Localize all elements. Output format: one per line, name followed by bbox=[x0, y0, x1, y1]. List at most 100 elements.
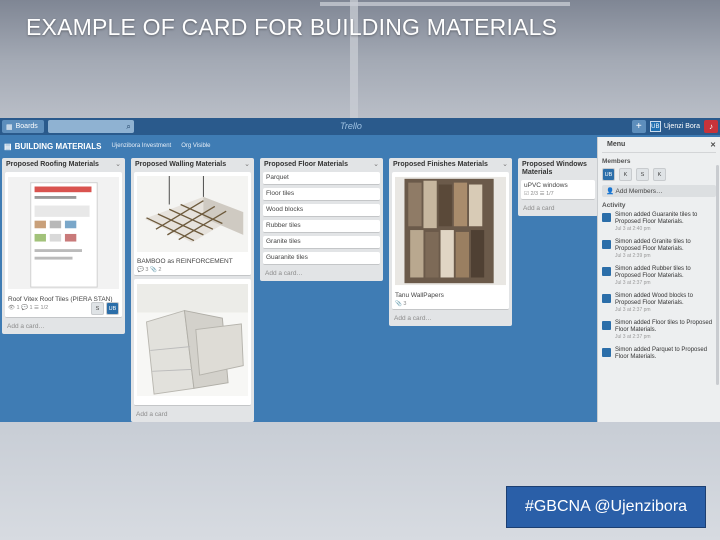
card-title: Wood blocks bbox=[266, 206, 304, 213]
list-header[interactable]: Proposed Floor Materials ⌄ bbox=[263, 160, 380, 172]
avatar[interactable] bbox=[602, 348, 611, 357]
add-button[interactable]: + bbox=[631, 120, 646, 133]
user-menu[interactable]: UB Ujenzi Bora bbox=[649, 121, 700, 132]
activity-text: Simon added Rubber tiles to Proposed Flo… bbox=[615, 266, 691, 279]
add-card-link[interactable]: Add a card bbox=[521, 203, 595, 212]
list-menu-icon[interactable]: ⌄ bbox=[502, 161, 508, 169]
avatar[interactable] bbox=[602, 213, 611, 222]
card[interactable]: Granite tiles bbox=[263, 236, 380, 249]
activity-item: Simon added Parquet to Proposed Floor Ma… bbox=[602, 347, 716, 361]
add-card-link[interactable]: Add a card… bbox=[392, 313, 509, 322]
list-windows: Proposed Windows Materials uPVC windows … bbox=[518, 158, 598, 216]
sidebar-scrollbar[interactable] bbox=[716, 165, 719, 385]
member-avatar[interactable]: UB bbox=[106, 302, 119, 315]
activity-item: Simon added Granite tiles to Proposed Fl… bbox=[602, 239, 716, 260]
list-title: Proposed Floor Materials bbox=[264, 161, 349, 168]
boards-icon: ▦ bbox=[6, 123, 13, 131]
card[interactable]: Floor tiles bbox=[263, 188, 380, 201]
avatar[interactable] bbox=[602, 240, 611, 249]
member-avatar[interactable]: S bbox=[91, 302, 104, 315]
avatar[interactable] bbox=[602, 321, 611, 330]
trello-window: ▦ Boards ⌕ Trello + UB Ujenzi Bora ♪ ▤ B… bbox=[0, 118, 720, 422]
activity-time[interactable]: Jul 3 at 2:39 pm bbox=[615, 253, 716, 260]
activity-item: Simon added Rubber tiles to Proposed Flo… bbox=[602, 266, 716, 287]
activity-label: Activity bbox=[602, 202, 626, 209]
card-title: BAMBOO as REINFORCEMENT bbox=[137, 258, 233, 265]
card-title: uPVC windows bbox=[524, 182, 568, 189]
list-title: Proposed Finishes Materials bbox=[393, 161, 488, 168]
topbar-right: + UB Ujenzi Bora ♪ bbox=[631, 120, 718, 133]
members-label: Members bbox=[602, 158, 631, 165]
list-floor: Proposed Floor Materials ⌄ Parquet Floor… bbox=[260, 158, 383, 281]
activity-time[interactable]: Jul 3 at 2:37 pm bbox=[615, 307, 716, 314]
bell-icon[interactable]: ♪ bbox=[704, 120, 718, 133]
card[interactable] bbox=[134, 279, 251, 406]
activity-time[interactable]: Jul 3 at 2:40 pm bbox=[615, 226, 716, 233]
hashtag-banner: #GBCNA @Ujenzibora bbox=[506, 486, 706, 528]
members-list: UB K S K bbox=[602, 168, 716, 181]
card-title: Guaranite tiles bbox=[266, 254, 308, 261]
add-members-label: Add Members… bbox=[615, 188, 663, 195]
trello-logo[interactable]: Trello bbox=[340, 121, 362, 131]
card[interactable]: Tanu WallPapers 📎 3 bbox=[392, 172, 509, 310]
card-image-blocks bbox=[137, 284, 248, 396]
add-card-link[interactable]: Add a card… bbox=[5, 321, 122, 330]
member-avatar[interactable]: K bbox=[619, 168, 632, 181]
activity-item: Simon added Wood blocks to Proposed Floo… bbox=[602, 293, 716, 314]
activity-text: Simon added Guaranite tiles to Proposed … bbox=[615, 212, 698, 225]
add-members-button[interactable]: 👤 Add Members… bbox=[602, 185, 716, 197]
card-title: Floor tiles bbox=[266, 190, 295, 197]
card-title: Parquet bbox=[266, 174, 289, 181]
card[interactable]: Guaranite tiles bbox=[263, 252, 380, 265]
list-header[interactable]: Proposed Walling Materials ⌄ bbox=[134, 160, 251, 172]
menu-header: Menu ✕ bbox=[602, 140, 716, 153]
avatar[interactable] bbox=[602, 294, 611, 303]
user-name: Ujenzi Bora bbox=[663, 123, 700, 130]
member-avatar[interactable]: K bbox=[653, 168, 666, 181]
board-icon: ▤ bbox=[4, 141, 12, 151]
avatar[interactable] bbox=[602, 267, 611, 276]
activity-item: Simon added Floor tiles to Proposed Floo… bbox=[602, 320, 716, 341]
list-title: Proposed Roofing Materials bbox=[6, 161, 99, 168]
card[interactable]: Roof Vitex Roof Tiles (PIERA STAN) 👁 1 💬… bbox=[5, 172, 122, 318]
close-icon[interactable]: ✕ bbox=[710, 141, 716, 149]
list-header[interactable]: Proposed Finishes Materials ⌄ bbox=[392, 160, 509, 172]
list-menu-icon[interactable]: ⌄ bbox=[373, 161, 379, 169]
list-menu-icon[interactable]: ⌄ bbox=[244, 161, 250, 169]
search-icon[interactable]: ⌕ bbox=[126, 122, 130, 132]
activity-time[interactable]: Jul 3 at 2:37 pm bbox=[615, 280, 716, 287]
list-menu-icon[interactable]: ⌄ bbox=[115, 161, 121, 169]
card[interactable]: Parquet bbox=[263, 172, 380, 185]
board-name: BUILDING MATERIALS bbox=[14, 141, 102, 151]
activity-feed: Simon added Guaranite tiles to Proposed … bbox=[602, 212, 716, 361]
list-walling: Proposed Walling Materials ⌄ BAMBOO as R… bbox=[131, 158, 254, 422]
add-card-link[interactable]: Add a card… bbox=[263, 268, 380, 277]
card-image-bamboo bbox=[137, 176, 248, 252]
menu-title: Menu bbox=[607, 141, 626, 148]
board-visibility[interactable]: Org Visible bbox=[181, 143, 210, 149]
card[interactable]: Wood blocks bbox=[263, 204, 380, 217]
list-finishes: Proposed Finishes Materials ⌄ Tanu WallP… bbox=[389, 158, 512, 326]
card[interactable]: uPVC windows ☑ 2/3 ☰ 1/7 bbox=[521, 180, 595, 200]
board-menu-sidebar: Menu ✕ Members UB K S K 👤 Add Members… A… bbox=[597, 137, 720, 422]
activity-time[interactable]: Jul 3 at 2:37 pm bbox=[615, 334, 716, 341]
boards-button[interactable]: ▦ Boards bbox=[2, 120, 44, 133]
member-avatar[interactable]: UB bbox=[602, 168, 615, 181]
list-header[interactable]: Proposed Windows Materials bbox=[521, 160, 595, 180]
list-title: Proposed Walling Materials bbox=[135, 161, 227, 168]
member-avatar[interactable]: S bbox=[636, 168, 649, 181]
card-title: Granite tiles bbox=[266, 238, 301, 245]
board-title[interactable]: ▤ BUILDING MATERIALS bbox=[4, 142, 102, 151]
board-team[interactable]: Ujenzibora Investment bbox=[112, 143, 172, 149]
search-input[interactable]: ⌕ bbox=[47, 120, 134, 133]
activity-text: Simon added Wood blocks to Proposed Floo… bbox=[615, 293, 693, 306]
card[interactable]: BAMBOO as REINFORCEMENT 💬 3 📎 2 bbox=[134, 172, 251, 276]
activity-text: Simon added Parquet to Proposed Floor Ma… bbox=[615, 347, 708, 360]
card-image-screenshot bbox=[8, 177, 119, 289]
card-badges: 💬 3 📎 2 bbox=[137, 267, 162, 273]
card-title: Tanu WallPapers bbox=[395, 292, 444, 299]
add-card-link[interactable]: Add a card bbox=[134, 409, 251, 418]
card-image-wallpaper bbox=[395, 176, 506, 286]
list-header[interactable]: Proposed Roofing Materials ⌄ bbox=[5, 160, 122, 172]
card[interactable]: Rubber tiles bbox=[263, 220, 380, 233]
